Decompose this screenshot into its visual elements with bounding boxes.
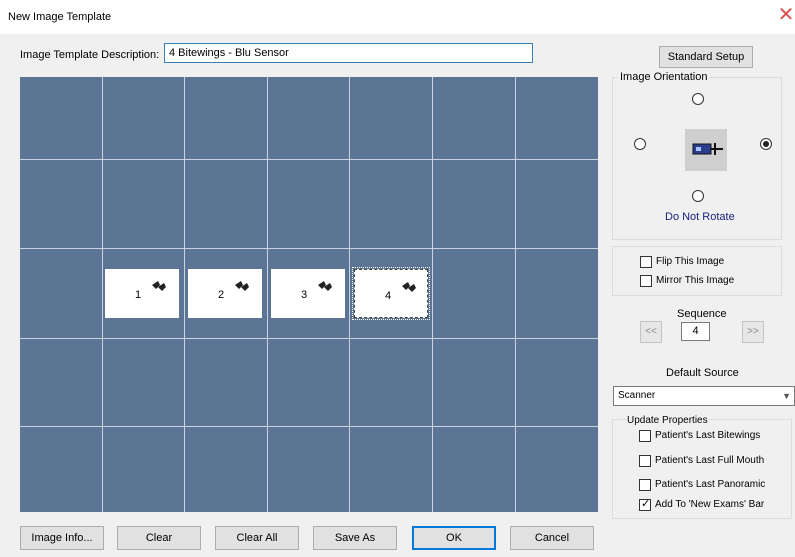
image-slot-2[interactable]: 2 [188, 269, 262, 318]
update-full-mouth-checkbox[interactable] [639, 455, 651, 467]
slot-number: 3 [301, 289, 308, 301]
orientation-left-radio[interactable] [634, 138, 646, 150]
close-icon[interactable]: ✕ [777, 4, 795, 26]
grid-line [184, 77, 185, 512]
save-as-button[interactable]: Save As [313, 526, 397, 550]
orientation-right-radio[interactable] [760, 138, 772, 150]
cancel-button[interactable]: Cancel [510, 526, 594, 550]
orientation-top-radio[interactable] [692, 93, 704, 105]
sequence-label: Sequence [677, 308, 727, 320]
description-input[interactable] [164, 43, 533, 63]
standard-setup-button[interactable]: Standard Setup [659, 46, 753, 68]
tooth-pair-icon [318, 281, 332, 291]
grid-line [432, 77, 433, 512]
update-panoramic-checkbox[interactable] [639, 479, 651, 491]
image-info-button[interactable]: Image Info... [20, 526, 104, 550]
grid-line [349, 77, 350, 512]
grid-line [20, 426, 598, 427]
sensor-orientation-icon [692, 143, 723, 155]
update-panoramic-label: Patient's Last Panoramic [655, 479, 766, 490]
update-full-mouth-label: Patient's Last Full Mouth [655, 455, 765, 466]
grid-line [20, 338, 598, 339]
slot-number: 1 [135, 289, 142, 301]
default-source-value: Scanner [618, 390, 656, 401]
template-canvas[interactable]: 1 2 3 4 [20, 77, 598, 512]
image-slot-1[interactable]: 1 [105, 269, 179, 318]
update-bitewings-label: Patient's Last Bitewings [655, 430, 761, 441]
orientation-label: Image Orientation [618, 71, 710, 83]
flip-checkbox[interactable] [640, 256, 652, 268]
image-slot-3[interactable]: 3 [271, 269, 345, 318]
mirror-checkbox[interactable] [640, 275, 652, 287]
add-new-exams-checkbox[interactable] [639, 497, 651, 511]
sequence-next-button[interactable]: >> [742, 321, 764, 343]
grid-line [267, 77, 268, 512]
ok-button[interactable]: OK [412, 526, 496, 550]
clear-all-button[interactable]: Clear All [215, 526, 299, 550]
orientation-bottom-radio[interactable] [692, 190, 704, 202]
grid-line [20, 159, 598, 160]
sequence-prev-button[interactable]: << [640, 321, 662, 343]
rotation-status-text: Do Not Rotate [665, 211, 735, 223]
default-source-select[interactable]: Scanner ▼ [613, 386, 795, 406]
sequence-input[interactable]: 4 [681, 322, 710, 341]
clear-button[interactable]: Clear [117, 526, 201, 550]
slot-number: 2 [218, 289, 225, 301]
tooth-pair-icon [152, 281, 166, 291]
grid-line [515, 77, 516, 512]
add-new-exams-label: Add To 'New Exams' Bar [655, 499, 765, 510]
orientation-preview [685, 129, 727, 171]
grid-line [20, 248, 598, 249]
slot-number: 4 [385, 290, 392, 302]
flip-mirror-group [612, 246, 782, 296]
tooth-pair-icon [235, 281, 249, 291]
flip-label: Flip This Image [656, 256, 725, 267]
chevron-down-icon: ▼ [782, 391, 791, 401]
tooth-pair-icon [402, 282, 416, 292]
update-bitewings-checkbox[interactable] [639, 430, 651, 442]
default-source-label: Default Source [666, 367, 739, 379]
mirror-label: Mirror This Image [656, 275, 735, 286]
grid-line [102, 77, 103, 512]
update-properties-label: Update Properties [626, 415, 709, 426]
image-slot-4[interactable]: 4 [352, 267, 430, 320]
description-label: Image Template Description: [20, 49, 160, 61]
title-bar: New Image Template ✕ [0, 0, 795, 34]
window-title: New Image Template [8, 11, 112, 23]
